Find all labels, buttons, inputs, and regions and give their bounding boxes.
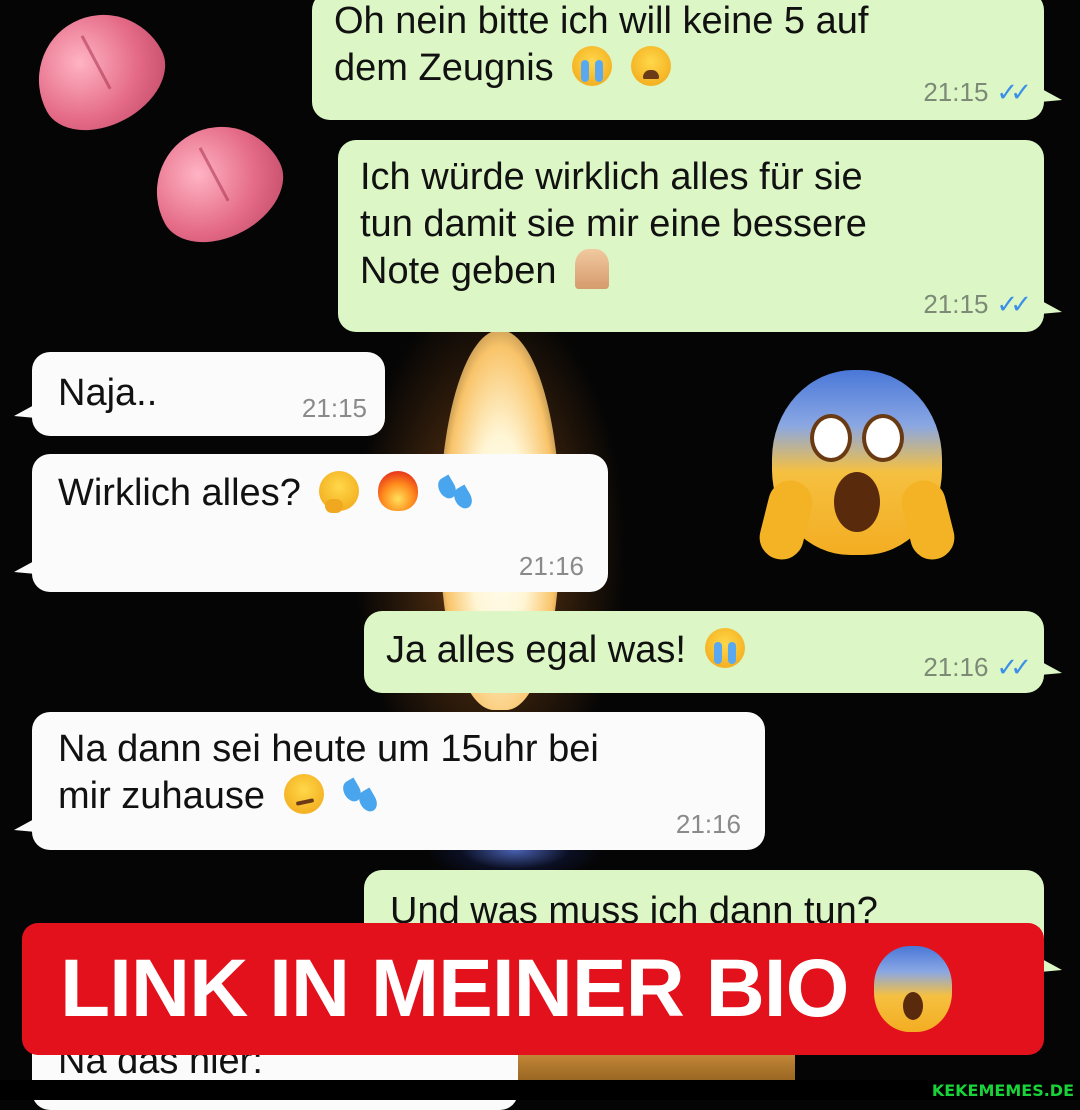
message-time: 21:16 — [518, 550, 584, 581]
thinking-face-icon — [319, 471, 360, 513]
tongue-icon — [15, 0, 183, 151]
message-time: 21:15 ✓✓ — [923, 288, 1032, 319]
loudly-crying-face-icon — [572, 46, 613, 87]
link-in-bio-banner[interactable]: LINK IN MEINER BIO — [22, 923, 1044, 1055]
message-bubble-incoming[interactable]: Na dann sei heute um 15uhr bei mir zuhau… — [14, 712, 765, 850]
message-bubble-incoming[interactable]: Wirklich alles? 21:16 — [14, 454, 608, 592]
watermark: KEKEMEMES.DE — [931, 1081, 1074, 1100]
folded-hands-icon — [575, 249, 610, 290]
message-bubble-outgoing[interactable]: Ja alles egal was! 21:16 ✓✓ — [364, 611, 1062, 693]
message-bubble-incoming[interactable]: Naja.. 21:15 — [14, 352, 385, 436]
message-text: Ich würde wirklich alles für sie tun dam… — [360, 156, 867, 293]
face-screaming-in-fear-icon — [754, 370, 960, 565]
message-time: 21:16 — [675, 808, 741, 839]
weary-face-icon — [630, 46, 671, 87]
banner-text: LINK IN MEINER BIO — [60, 943, 849, 1034]
message-text: Oh nein bitte ich will keine 5 auf dem Z… — [334, 0, 869, 90]
tongue-icon — [133, 103, 301, 263]
face-screaming-in-fear-icon — [874, 946, 953, 1032]
sweat-droplets-icon — [437, 471, 477, 511]
message-text: Na dann sei heute um 15uhr bei mir zuhau… — [58, 728, 599, 818]
message-bubble-outgoing[interactable]: Ich würde wirklich alles für sie tun dam… — [338, 140, 1062, 332]
smirking-face-icon — [283, 774, 324, 815]
read-ticks-icon: ✓✓ — [996, 288, 1031, 319]
message-bubble-outgoing[interactable]: Oh nein bitte ich will keine 5 auf dem Z… — [312, 0, 1062, 120]
fire-icon — [377, 471, 418, 511]
message-time: 21:15 — [301, 392, 367, 423]
loudly-crying-face-icon — [704, 628, 745, 668]
read-ticks-icon: ✓✓ — [996, 76, 1031, 107]
message-time: 21:16 ✓✓ — [923, 651, 1032, 682]
sweat-droplets-icon — [342, 774, 382, 814]
message-time: 21:15 ✓✓ — [923, 76, 1032, 107]
footer-strip — [0, 1080, 1080, 1100]
message-text: Wirklich alles? — [58, 470, 588, 517]
read-ticks-icon: ✓✓ — [996, 651, 1031, 682]
